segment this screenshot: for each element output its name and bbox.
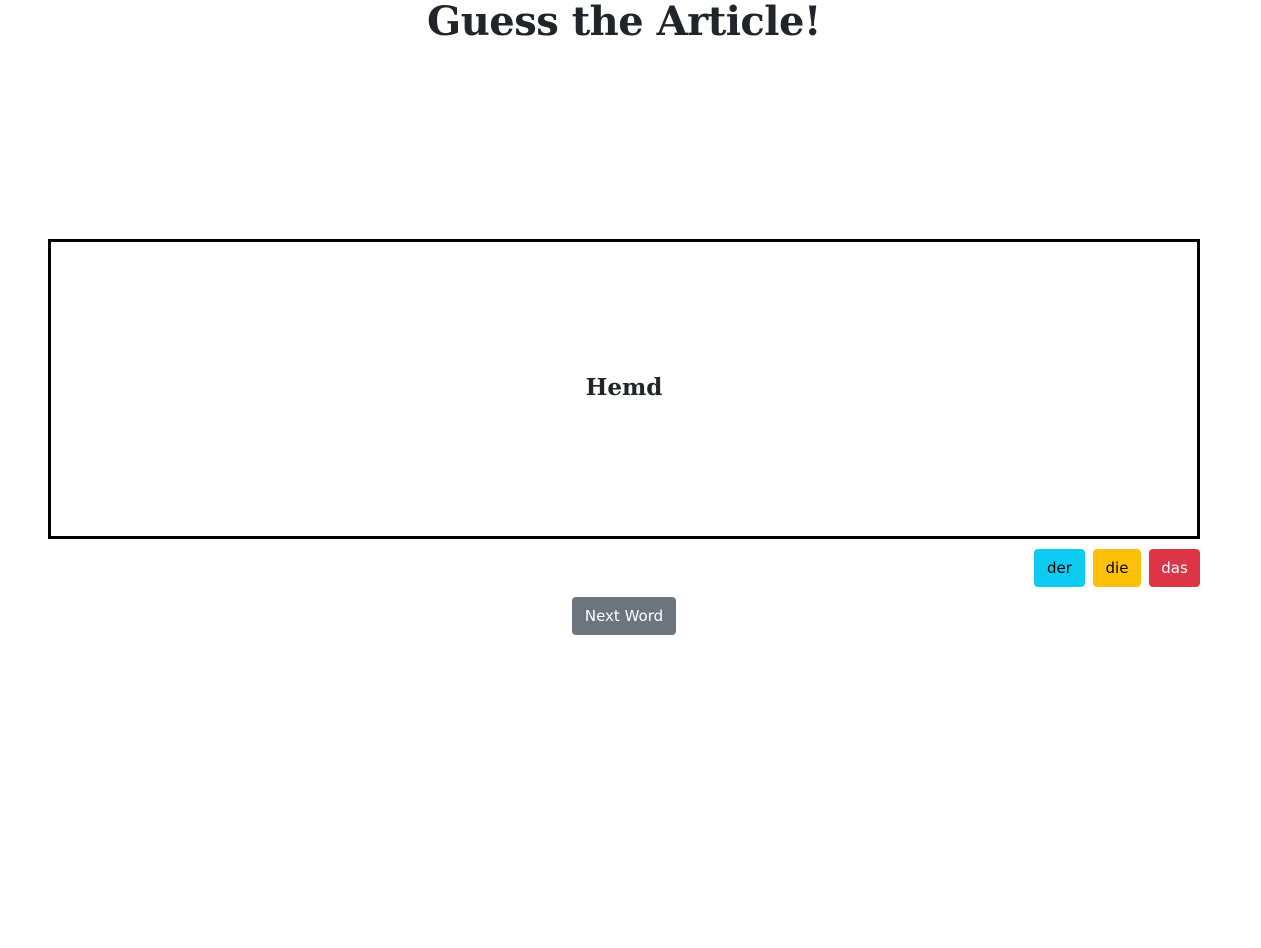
der-button[interactable]: der bbox=[1034, 549, 1085, 587]
word-card: Hemd bbox=[48, 239, 1200, 539]
die-button[interactable]: die bbox=[1093, 549, 1141, 587]
das-button[interactable]: das bbox=[1149, 549, 1200, 587]
next-word-button[interactable]: Next Word bbox=[572, 597, 676, 635]
article-button-group: der die das bbox=[1034, 549, 1200, 587]
word-text: Hemd bbox=[585, 373, 663, 401]
page-title: Guess the Article! bbox=[427, 0, 821, 45]
